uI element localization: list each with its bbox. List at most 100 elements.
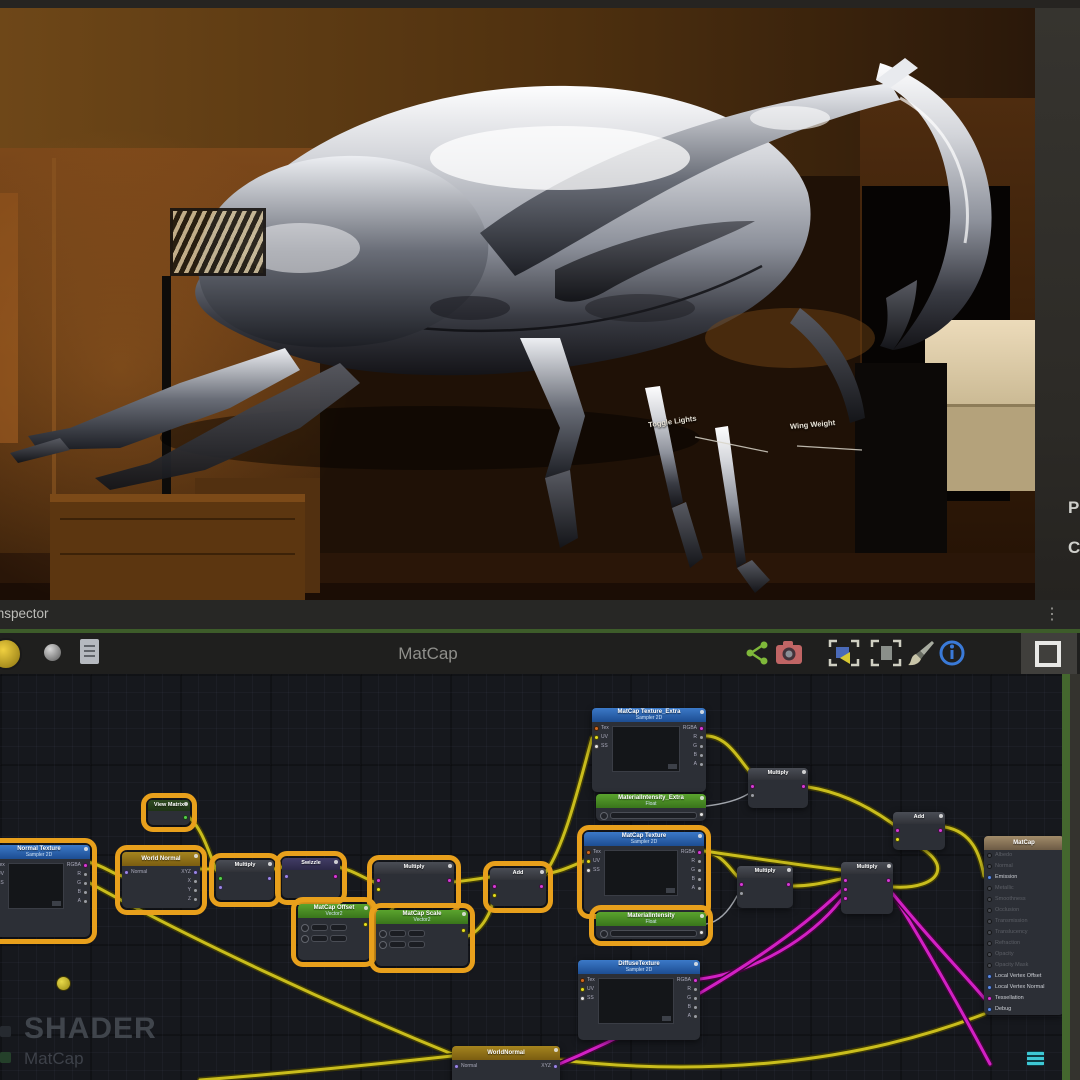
port-dot[interactable] bbox=[333, 874, 338, 879]
port-dot[interactable] bbox=[193, 888, 198, 893]
port-dot[interactable] bbox=[699, 735, 704, 740]
port-dot[interactable] bbox=[376, 887, 381, 892]
port-dot[interactable] bbox=[193, 870, 198, 875]
texture-preview[interactable] bbox=[612, 726, 680, 772]
node-canvas[interactable]: View MatrixNormal TextureSampler 2DTexUV… bbox=[0, 674, 1062, 1080]
share-icon[interactable] bbox=[744, 639, 770, 667]
node-multiply-1[interactable]: Multiply bbox=[216, 860, 274, 900]
node-header[interactable]: MatCap ScaleVector2 bbox=[376, 910, 468, 924]
texture-preview[interactable] bbox=[8, 863, 64, 909]
node-world-normal[interactable]: World NormalNormalXYZXYZ bbox=[122, 852, 200, 908]
port-dot[interactable] bbox=[699, 812, 704, 817]
port-dot[interactable] bbox=[580, 996, 585, 1001]
node-header[interactable]: Multiply bbox=[737, 866, 793, 878]
port-dot[interactable] bbox=[218, 885, 223, 890]
node-multiply-3[interactable]: Multiply bbox=[748, 768, 808, 808]
port-dot[interactable] bbox=[699, 726, 704, 731]
port-dot[interactable] bbox=[594, 726, 599, 731]
inspector-tab-bar[interactable]: Inspector ⋮ bbox=[0, 600, 1080, 629]
port-dot[interactable] bbox=[843, 887, 848, 892]
port-dot[interactable] bbox=[697, 877, 702, 882]
port-dot[interactable] bbox=[699, 930, 704, 935]
master-port[interactable]: Local Vertex Normal bbox=[984, 982, 1062, 993]
node-multiply-2[interactable]: Multiply bbox=[374, 862, 454, 908]
port-dot[interactable] bbox=[586, 859, 591, 864]
master-port[interactable]: Opacity Mask bbox=[984, 960, 1062, 971]
port-dot[interactable] bbox=[699, 744, 704, 749]
port-dot[interactable] bbox=[284, 874, 289, 879]
node-header[interactable]: WorldNormal bbox=[452, 1046, 560, 1060]
port-dot[interactable] bbox=[843, 878, 848, 883]
port-dot[interactable] bbox=[739, 882, 744, 887]
node-matcap-texture[interactable]: MatCap TextureSampler 2DTexUVSSRGBARGBA bbox=[584, 832, 704, 912]
play-sphere-icon[interactable] bbox=[0, 638, 22, 670]
node-header[interactable]: MatCap Texture_ExtraSampler 2D bbox=[592, 708, 706, 722]
node-normal-texture[interactable]: Normal TextureSampler 2DTexUVSSRGBARGBA bbox=[0, 845, 90, 937]
node-header[interactable]: MaterialIntensityFloat bbox=[596, 912, 706, 926]
node-matcap-scale[interactable]: MatCap ScaleVector2 bbox=[376, 910, 468, 966]
node-header[interactable]: MatCap OffsetVector2 bbox=[298, 904, 370, 918]
port-dot[interactable] bbox=[586, 850, 591, 855]
port-dot[interactable] bbox=[750, 784, 755, 789]
inspector-tab-label[interactable]: Inspector bbox=[0, 606, 49, 621]
port-dot[interactable] bbox=[193, 879, 198, 884]
master-port[interactable]: Local Vertex Offset bbox=[984, 971, 1062, 982]
node-header[interactable]: Multiply bbox=[374, 862, 454, 874]
master-port[interactable]: Occlusion bbox=[984, 905, 1062, 916]
node-matcap-texture-extra[interactable]: MatCap Texture_ExtraSampler 2DTexUVSSRGB… bbox=[592, 708, 706, 792]
port-dot[interactable] bbox=[183, 815, 188, 820]
master-port[interactable]: Tessellation bbox=[984, 993, 1062, 1004]
node-swizzle[interactable]: Swizzle bbox=[282, 858, 340, 898]
port-dot[interactable] bbox=[895, 837, 900, 842]
port-dot[interactable] bbox=[83, 872, 88, 877]
master-port[interactable]: Emission bbox=[984, 872, 1062, 883]
node-header[interactable]: DiffuseTextureSampler 2D bbox=[578, 960, 700, 974]
node-header[interactable]: Swizzle bbox=[282, 858, 340, 870]
port-dot[interactable] bbox=[750, 793, 755, 798]
master-header[interactable]: MatCap bbox=[984, 836, 1062, 850]
info-icon[interactable] bbox=[938, 639, 966, 667]
node-add-1[interactable]: Add bbox=[490, 868, 546, 906]
port-dot[interactable] bbox=[83, 881, 88, 886]
node-header[interactable]: Multiply bbox=[748, 768, 808, 780]
master-port[interactable]: Transmission bbox=[984, 916, 1062, 927]
texture-preview[interactable] bbox=[604, 850, 678, 896]
maximize-icon[interactable] bbox=[1035, 641, 1061, 667]
port-dot[interactable] bbox=[553, 1064, 558, 1069]
master-port[interactable]: Debug bbox=[984, 1004, 1062, 1015]
node-add-2[interactable]: Add bbox=[893, 812, 945, 850]
port-dot[interactable] bbox=[693, 1005, 698, 1010]
port-dot[interactable] bbox=[693, 1014, 698, 1019]
port-dot[interactable] bbox=[594, 744, 599, 749]
master-port[interactable]: Normal bbox=[984, 861, 1062, 872]
node-diffuse-texture[interactable]: DiffuseTextureSampler 2DTexUVSSRGBARGBA bbox=[578, 960, 700, 1040]
amplify-ball-icon[interactable] bbox=[56, 976, 71, 991]
port-dot[interactable] bbox=[697, 868, 702, 873]
port-dot[interactable] bbox=[376, 878, 381, 883]
port-dot[interactable] bbox=[363, 922, 368, 927]
node-header[interactable]: Add bbox=[893, 812, 945, 824]
kebab-menu-icon[interactable]: ⋮ bbox=[1044, 604, 1060, 624]
port-dot[interactable] bbox=[739, 891, 744, 896]
port-dot[interactable] bbox=[693, 996, 698, 1001]
focus-node-icon[interactable] bbox=[828, 639, 860, 667]
master-port[interactable]: Smoothness bbox=[984, 894, 1062, 905]
focus-selection-icon[interactable] bbox=[870, 639, 902, 667]
port-dot[interactable] bbox=[693, 978, 698, 983]
port-dot[interactable] bbox=[218, 876, 223, 881]
node-header[interactable]: Multiply bbox=[216, 860, 274, 872]
node-header[interactable]: Add bbox=[490, 868, 546, 880]
port-dot[interactable] bbox=[447, 878, 452, 883]
texture-preview[interactable] bbox=[598, 978, 674, 1024]
node-world-normal-2[interactable]: WorldNormalNormalXYZ bbox=[452, 1046, 560, 1080]
port-dot[interactable] bbox=[693, 987, 698, 992]
port-dot[interactable] bbox=[699, 753, 704, 758]
port-dot[interactable] bbox=[492, 893, 497, 898]
master-port[interactable]: Refraction bbox=[984, 938, 1062, 949]
port-dot[interactable] bbox=[461, 928, 466, 933]
node-matcap-offset[interactable]: MatCap OffsetVector2 bbox=[298, 904, 370, 960]
list-icon[interactable] bbox=[1027, 1051, 1044, 1066]
camera-icon[interactable] bbox=[774, 639, 804, 667]
port-dot[interactable] bbox=[454, 1064, 459, 1069]
port-dot[interactable] bbox=[594, 735, 599, 740]
